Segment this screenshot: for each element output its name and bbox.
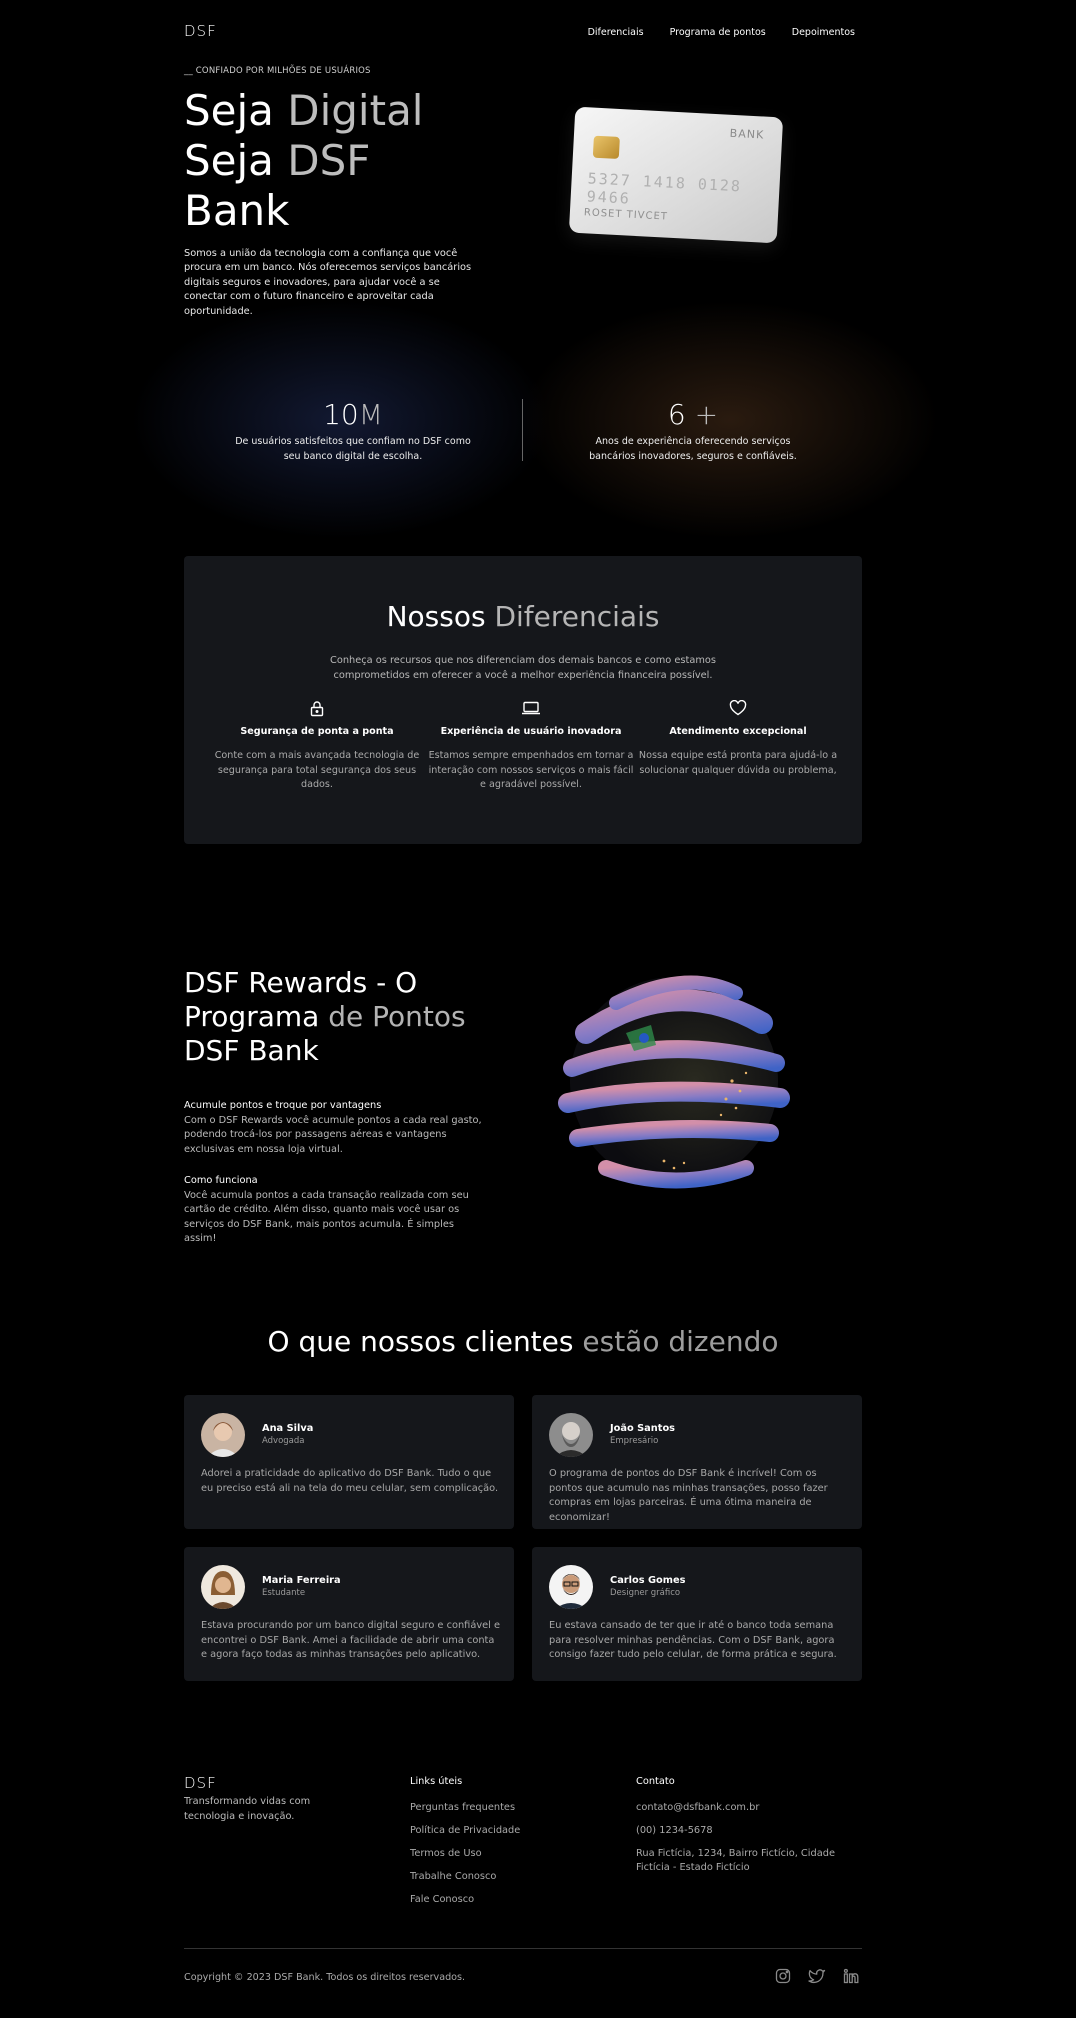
testimonial-name: Maria Ferreira	[262, 1575, 341, 1586]
testimonial-name: Ana Silva	[262, 1423, 314, 1434]
stat-users-value: 10	[323, 398, 359, 431]
testimonial-quote: Estava procurando por um banco digital s…	[201, 1620, 501, 1660]
feature-support-title: Atendimento excepcional	[669, 726, 807, 737]
linkedin-icon[interactable]	[842, 1967, 860, 1985]
rewards-title: DSF Rewards - O Programa de Pontos DSF B…	[184, 966, 514, 1068]
testimonial-quote: O programa de pontos do DSF Bank é incrí…	[549, 1468, 828, 1523]
credit-card-image: BANK 5327 1418 0128 9466 ROSET TIVCET	[568, 106, 784, 244]
feature-ux: Experiência de usuário inovadora Estamos…	[426, 700, 636, 793]
testimonial-role: Estudante	[262, 1588, 306, 1598]
heart-icon	[633, 700, 843, 718]
footer-link-careers[interactable]: Trabalhe Conosco	[410, 1870, 520, 1884]
testimonial-role: Advogada	[262, 1436, 305, 1446]
diferenciais-title-a: Nossos	[386, 600, 495, 633]
hero-title: Seja Digital Seja DSF Bank	[184, 86, 504, 236]
feature-security-title: Segurança de ponta a ponta	[240, 726, 394, 737]
hero-title-line1a: Seja	[184, 86, 288, 135]
rewards-block-text: Com o DSF Rewards você acumule pontos a …	[184, 1114, 482, 1155]
social-links	[774, 1967, 860, 1985]
footer-links-title: Links úteis	[410, 1776, 463, 1787]
footer-link-faq[interactable]: Perguntas frequentes	[410, 1801, 520, 1815]
stat-years-suffix: +	[685, 398, 719, 431]
feature-security: Segurança de ponta a ponta Conte com a m…	[212, 700, 422, 793]
testimonial-quote: Eu estava cansado de ter que ir até o ba…	[549, 1620, 837, 1660]
diferenciais-title: Nossos Diferenciais	[184, 600, 862, 633]
testimonial-role: Empresário	[610, 1436, 659, 1446]
stat-years: 6 + Anos de experiência oferecendo servi…	[573, 398, 813, 464]
footer-contact-title: Contato	[636, 1776, 675, 1787]
stat-users-text: De usuários satisfeitos que confiam no D…	[235, 436, 471, 462]
twitter-icon[interactable]	[808, 1967, 826, 1985]
testimonials-title-b: estão dizendo	[573, 1325, 779, 1358]
hero-kicker: __ CONFIADO POR MILHÕES DE USUÁRIOS	[184, 66, 371, 76]
testimonial-card: Carlos Gomes Designer gráfico Eu estava …	[532, 1547, 862, 1681]
main-nav: Diferenciais Programa de pontos Depoimen…	[588, 27, 855, 38]
footer-tagline: Transformando vidas com tecnologia e ino…	[184, 1796, 311, 1822]
testimonials-title: O que nossos clientes estão dizendo	[184, 1325, 862, 1358]
stat-users-suffix: M	[358, 398, 383, 431]
testimonial-card: Ana Silva Advogada Adorei a praticidade …	[184, 1395, 514, 1529]
feature-support-text: Nossa equipe está pronta para ajudá-lo a…	[638, 750, 838, 776]
footer-link-privacy[interactable]: Política de Privacidade	[410, 1824, 520, 1838]
footer-divider	[184, 1948, 862, 1949]
rewards-block-heading: Acumule pontos e troque por vantagens	[184, 1100, 382, 1111]
avatar	[549, 1565, 593, 1609]
instagram-icon[interactable]	[774, 1967, 792, 1985]
avatar	[549, 1413, 593, 1457]
rewards-block-text: Você acumula pontos a cada transação rea…	[184, 1189, 469, 1245]
testimonial-quote: Adorei a praticidade do aplicativo do DS…	[201, 1468, 499, 1494]
stat-years-value: 6	[667, 398, 686, 431]
nav-depoimentos[interactable]: Depoimentos	[792, 27, 855, 38]
footer-contact-column: Contato contato@dsfbank.com.br (00) 1234…	[636, 1776, 862, 1875]
copyright: Copyright © 2023 DSF Bank. Todos os dire…	[184, 1972, 466, 1983]
footer-contact-address: Rua Fictícia, 1234, Bairro Fictício, Cid…	[636, 1848, 835, 1873]
lock-icon	[212, 700, 422, 718]
footer-contact-email[interactable]: contato@dsfbank.com.br	[636, 1801, 862, 1815]
testimonial-name: João Santos	[610, 1423, 676, 1434]
hero-title-line3: Bank	[184, 186, 290, 235]
testimonials-title-a: O que nossos clientes	[267, 1325, 574, 1358]
footer-link-terms[interactable]: Termos de Uso	[410, 1847, 520, 1861]
feature-ux-title: Experiência de usuário inovadora	[440, 726, 622, 737]
laptop-icon	[426, 700, 636, 718]
rewards-sphere-image	[556, 963, 792, 1199]
testimonial-card: João Santos Empresário O programa de pon…	[532, 1395, 862, 1529]
rewards-block-accumulate: Acumule pontos e troque por vantagens Co…	[184, 1099, 484, 1157]
testimonial-card: Maria Ferreira Estudante Estava procuran…	[184, 1547, 514, 1681]
card-holder: ROSET TIVCET	[583, 207, 669, 223]
rewards-title-c: DSF Bank	[184, 1034, 319, 1067]
avatar	[201, 1565, 245, 1609]
hero-title-line1b: Digital	[287, 86, 424, 135]
rewards-block-heading: Como funciona	[184, 1175, 258, 1186]
rewards-title-b: de Pontos	[319, 1000, 466, 1033]
logo[interactable]: DSF	[184, 22, 217, 40]
avatar	[201, 1413, 245, 1457]
hero-title-line2a: Seja	[184, 136, 288, 185]
hero-title-line2b: DSF	[287, 136, 371, 185]
nav-diferenciais[interactable]: Diferenciais	[588, 27, 644, 38]
footer-links-column: Links úteis Perguntas frequentes Polític…	[410, 1776, 520, 1907]
stat-users: 10M De usuários satisfeitos que confiam …	[233, 398, 473, 464]
card-chip-icon	[592, 135, 620, 159]
card-bank-label: BANK	[729, 126, 765, 142]
testimonial-role: Designer gráfico	[610, 1588, 681, 1598]
stats-divider	[522, 399, 523, 461]
nav-programa-de-pontos[interactable]: Programa de pontos	[670, 27, 766, 38]
testimonial-name: Carlos Gomes	[610, 1575, 686, 1586]
diferenciais-subtitle: Conheça os recursos que nos diferenciam …	[330, 655, 716, 681]
feature-support: Atendimento excepcional Nossa equipe est…	[633, 700, 843, 778]
diferenciais-title-b: Diferenciais	[494, 600, 660, 633]
stat-years-text: Anos de experiência oferecendo serviços …	[589, 436, 797, 462]
feature-ux-text: Estamos sempre empenhados em tornar a in…	[428, 750, 634, 790]
footer-logo[interactable]: DSF	[184, 1774, 217, 1792]
rewards-block-how: Como funciona Você acumula pontos a cada…	[184, 1174, 484, 1247]
footer-link-contact[interactable]: Fale Conosco	[410, 1893, 520, 1907]
footer-contact-phone[interactable]: (00) 1234-5678	[636, 1824, 862, 1838]
feature-security-text: Conte com a mais avançada tecnologia de …	[214, 750, 420, 790]
